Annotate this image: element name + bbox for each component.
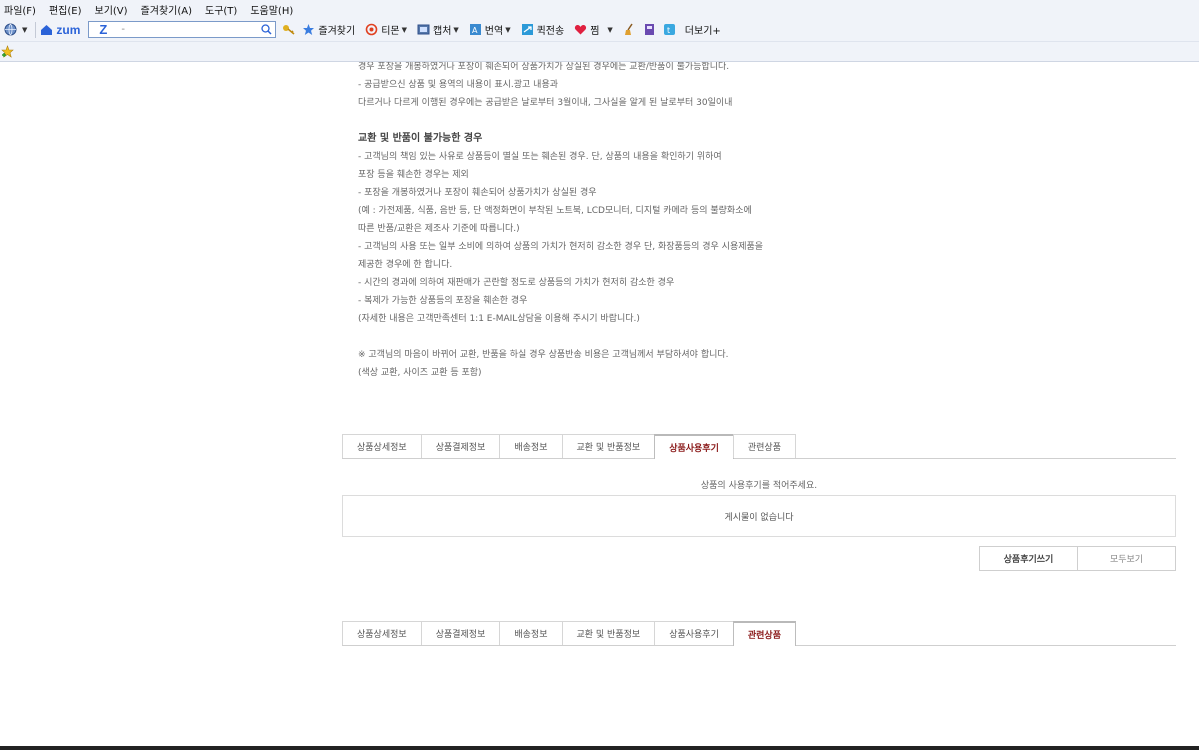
tmon-label: 티몬 [381, 26, 400, 37]
tab-reviews[interactable]: 상품사용후기 [654, 621, 734, 645]
tab-payment-info[interactable]: 상품결제정보 [420, 621, 501, 645]
svg-text:A: A [472, 26, 478, 35]
tab-payment-info[interactable]: 상품결제정보 [420, 434, 501, 458]
search-icon[interactable] [261, 24, 272, 35]
divider [35, 21, 37, 38]
capture-icon [417, 24, 430, 35]
product-tabs-related: 상품상세정보 상품결제정보 배송정보 교환 및 반품정보 상품사용후기 관련상품 [342, 621, 1176, 646]
favorites-label: 즐겨찾기 [318, 26, 356, 37]
review-prompt: 상품의 사용후기를 적어주세요. [700, 481, 818, 491]
chevron-down-icon[interactable]: ▼ [505, 26, 510, 34]
quick-send-label: 퀵전송 [536, 26, 565, 37]
tab-related-products[interactable]: 관련상품 [732, 434, 796, 458]
menu-view[interactable]: 보기(V) [95, 2, 128, 17]
tab-exchange-return[interactable]: 교환 및 반품정보 [561, 434, 656, 458]
zum-label: zum [56, 22, 81, 37]
key-icon [283, 25, 295, 35]
twitter-button[interactable]: t [663, 23, 679, 36]
write-review-button[interactable]: 상품후기쓰기 [979, 546, 1078, 571]
add-favorite-icon[interactable] [1, 45, 14, 58]
empty-message: 게시물이 없습니다 [724, 512, 794, 523]
notice-line: - 고객님의 책임 있는 사유로 상품등이 멸실 또는 훼손된 경우. 단, 상… [358, 152, 722, 162]
translate-label: 번역 [484, 26, 504, 37]
chevron-down-icon[interactable]: ▼ [607, 26, 612, 34]
notice-line: (예 : 가전제품, 식품, 음반 등, 단 액정화면이 부착된 노트북, LC… [358, 206, 752, 216]
twitter-icon: t [663, 24, 675, 35]
notice-line: 포장 등을 훼손한 경우는 제외 [358, 170, 469, 180]
menu-favorites[interactable]: 즐겨찾기(A) [141, 2, 192, 17]
house-icon [41, 25, 53, 35]
star-icon [303, 24, 315, 35]
tab-shipping-info[interactable]: 배송정보 [499, 434, 563, 458]
menu-help[interactable]: 도움말(H) [250, 2, 293, 17]
notice-line: 다르거나 다르게 이행된 경우에는 공급받은 날로부터 3월이내, 그사실을 알… [358, 98, 733, 108]
menu-bar: 파일(F) 편집(E) 보기(V) 즐겨찾기(A) 도구(T) 도움말(H) [0, 0, 1199, 18]
key-button[interactable] [282, 23, 298, 36]
chevron-down-icon[interactable]: ▼ [453, 26, 458, 34]
capture-button[interactable]: 캡처 ▼ [417, 22, 459, 37]
more-button[interactable]: 더보기+ [685, 22, 721, 37]
jjim-label: 찜 [590, 26, 600, 37]
search-box[interactable]: Z [88, 21, 277, 38]
notice-line: 따른 반품/교환은 제조사 기준에 따릅니다.) [358, 224, 520, 234]
product-tabs-review: 상품상세정보 상품결제정보 배송정보 교환 및 반품정보 상품사용후기 관련상품 [342, 434, 1176, 459]
return-notice: 경우 포장을 개봉하였거나 포장이 훼손되어 상품가치가 상실된 경우에는 교환… [358, 62, 878, 382]
quick-send-button[interactable]: 퀵전송 [521, 22, 565, 37]
more-label: 더보기+ [684, 26, 721, 37]
chevron-down-icon: ▼ [22, 25, 28, 34]
jjim-button[interactable]: 찜 ▼ [574, 22, 613, 37]
svg-text:t: t [667, 26, 670, 35]
tab-product-detail[interactable]: 상품상세정보 [342, 621, 422, 645]
heart-icon [575, 24, 587, 35]
notice-line: - 고객님의 사용 또는 일부 소비에 의하여 상품의 가치가 현저히 감소한 … [358, 242, 764, 252]
notice-line: 경우 포장을 개봉하였거나 포장이 훼손되어 상품가치가 상실된 경우에는 교환… [358, 62, 730, 72]
tmon-button[interactable]: 티몬 ▼ [365, 22, 407, 37]
tab-shipping-info[interactable]: 배송정보 [499, 621, 563, 645]
send-icon [521, 24, 533, 35]
notice-line: (자세한 내용은 고객만족센터 1:1 E-MAIL상담을 이용해 주시기 바랍… [358, 314, 640, 324]
page-content: 경우 포장을 개봉하였거나 포장이 훼손되어 상품가치가 상실된 경우에는 교환… [0, 62, 1199, 746]
search-logo: Z [99, 22, 108, 37]
translate-button[interactable]: A 번역 ▼ [469, 22, 511, 37]
globe-icon [4, 23, 17, 36]
book-button[interactable] [643, 23, 659, 36]
notice-line: ※ 고객님의 마음이 바뀌어 교환, 반품을 하실 경우 상품반송 비용은 고객… [358, 350, 729, 360]
menu-edit[interactable]: 편집(E) [49, 2, 82, 17]
book-icon [644, 24, 654, 35]
menu-file[interactable]: 파일(F) [4, 2, 36, 17]
chevron-down-icon[interactable]: ▼ [402, 26, 407, 34]
broom-button[interactable] [623, 23, 639, 36]
tab-related-products[interactable]: 관련상품 [732, 621, 796, 646]
notice-line: - 공급받으신 상품 및 용역의 내용이 표시.광고 내용과 [358, 80, 559, 90]
translate-icon: A [469, 24, 481, 35]
review-list: 게시물이 없습니다 [342, 495, 1176, 537]
search-input[interactable] [121, 24, 262, 35]
notice-line: - 포장을 개봉하였거나 포장이 훼손되어 상품가치가 상실된 경우 [358, 188, 597, 198]
broom-icon [624, 23, 633, 35]
notice-line: (색상 교환, 사이즈 교환 등 포함) [358, 368, 482, 378]
taskbar-edge [0, 746, 1199, 750]
menu-tools[interactable]: 도구(T) [205, 2, 237, 17]
tab-exchange-return[interactable]: 교환 및 반품정보 [561, 621, 656, 645]
notice-line: - 시간의 경과에 의하여 재판매가 곤란할 정도로 상품등의 가치가 현저히 … [358, 278, 675, 288]
notice-line: 제공한 경우에 한 합니다. [358, 260, 453, 270]
favorites-button[interactable]: 즐겨찾기 [302, 22, 355, 37]
browser-home-button[interactable]: ▼ [4, 23, 27, 36]
tab-reviews[interactable]: 상품사용후기 [654, 434, 734, 459]
capture-label: 캡처 [433, 26, 452, 37]
tab-product-detail[interactable]: 상품상세정보 [342, 434, 422, 458]
view-all-button[interactable]: 모두보기 [1077, 546, 1176, 571]
favorites-bar [0, 42, 1199, 62]
notice-heading: 교환 및 반품이 불가능한 경우 [358, 133, 483, 144]
toolbar: ▼ zum Z 즐겨찾기 티몬 ▼ 캡처 ▼ A 번역 ▼ 퀵전송 찜 ▼ [0, 18, 1199, 42]
target-icon [365, 23, 378, 36]
zum-logo[interactable]: zum [40, 23, 80, 37]
notice-line: - 복제가 가능한 상품등의 포장을 훼손한 경우 [358, 296, 528, 306]
